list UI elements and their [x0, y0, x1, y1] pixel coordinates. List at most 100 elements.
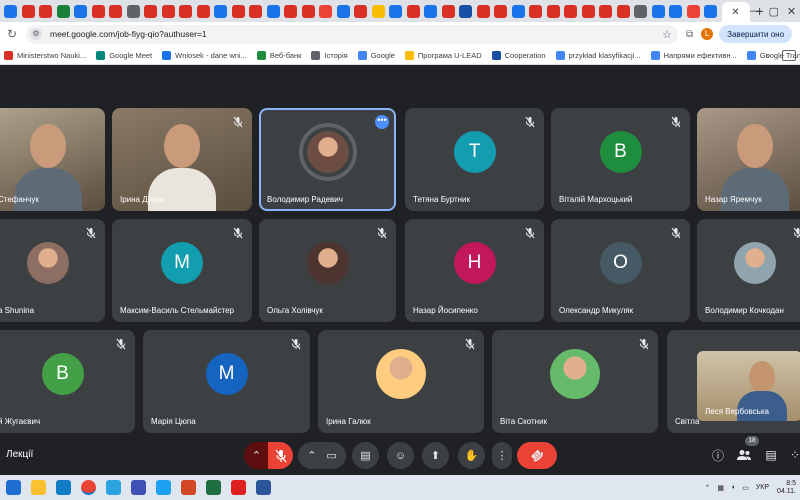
chrome-icon[interactable]: [81, 480, 96, 495]
browser-tab-28[interactable]: [476, 4, 490, 18]
teams-icon[interactable]: [106, 480, 121, 495]
powerpoint-icon[interactable]: [181, 480, 196, 495]
edge-icon[interactable]: [56, 480, 71, 495]
browser-tab-29[interactable]: [494, 4, 507, 18]
browser-tab-1[interactable]: [4, 4, 17, 18]
activities-button[interactable]: ⁘: [786, 446, 800, 464]
mic-options-button[interactable]: ⌃: [244, 442, 269, 469]
participant-tile[interactable]: Володимир Кочкодан: [697, 219, 800, 322]
browser-tab-15[interactable]: [249, 4, 262, 18]
browser-tab-17[interactable]: [284, 4, 297, 18]
start-windows-icon[interactable]: [6, 480, 21, 495]
tray-overflow-icon[interactable]: ⌃: [704, 484, 710, 492]
acrobat-icon[interactable]: [231, 480, 246, 495]
participant-tile[interactable]: М Максим-Василь Стельмайстер: [112, 219, 252, 322]
participant-tile[interactable]: a Shunina: [0, 219, 105, 322]
browser-tab-9[interactable]: [144, 4, 157, 18]
browser-tab-6[interactable]: [91, 4, 105, 18]
browser-tab-2[interactable]: [21, 4, 35, 18]
bookmarks-overflow-icon[interactable]: »: [765, 50, 770, 60]
participant-tile[interactable]: Стефанчук: [0, 108, 105, 211]
browser-tab-7[interactable]: [109, 4, 122, 18]
browser-tab-30[interactable]: [511, 4, 525, 18]
browser-tab-14[interactable]: [231, 4, 245, 18]
excel-icon[interactable]: [206, 480, 221, 495]
bookmark-star-icon[interactable]: ☆: [662, 28, 672, 41]
present-button[interactable]: ⬆: [422, 442, 449, 469]
minimize-button[interactable]: —: [750, 5, 761, 17]
camera-options-button[interactable]: ⌃: [307, 449, 316, 462]
bookmark-item[interactable]: Cooperation: [491, 50, 546, 60]
leave-call-button[interactable]: ☎: [517, 442, 557, 469]
chrome-alt-icon[interactable]: [156, 480, 171, 495]
chat-button[interactable]: ▤: [762, 446, 780, 464]
browser-tab-32[interactable]: [546, 4, 560, 18]
participant-tile[interactable]: М Марія Цюпа: [143, 330, 310, 433]
save-app-icon[interactable]: [131, 480, 146, 495]
browser-tab-24[interactable]: [406, 4, 420, 18]
browser-tab-19[interactable]: [319, 4, 332, 18]
more-options-button[interactable]: ⋮: [492, 442, 512, 469]
raise-hand-button[interactable]: ✋: [458, 442, 485, 469]
update-button[interactable]: Завершити оно: [719, 25, 793, 43]
browser-tab-3[interactable]: [39, 4, 52, 18]
reactions-button[interactable]: ☺: [387, 442, 414, 469]
browser-tab-31[interactable]: [529, 4, 542, 18]
site-info-icon[interactable]: ⚙: [30, 28, 42, 40]
participant-tile[interactable]: О Олександр Микуляк: [551, 219, 690, 322]
meeting-info-button[interactable]: ⓘ: [709, 446, 727, 464]
browser-tab-10[interactable]: [161, 4, 175, 18]
all-bookmarks-icon[interactable]: [782, 49, 796, 61]
close-window-button[interactable]: ✕: [787, 5, 796, 18]
browser-tab-5[interactable]: [74, 4, 87, 18]
bookmark-item[interactable]: Веб-банк: [256, 50, 301, 60]
reload-icon[interactable]: ↻: [4, 27, 20, 41]
clock[interactable]: 8:5 04.11.: [777, 480, 796, 496]
participant-tile[interactable]: Назар Яремчук: [697, 108, 800, 211]
browser-tab-37[interactable]: [634, 4, 647, 18]
self-view-tile[interactable]: Леся Вербовська: [697, 351, 800, 421]
browser-tab-40[interactable]: [686, 4, 700, 18]
browser-tab-41[interactable]: [704, 4, 717, 18]
browser-tab-36[interactable]: [616, 4, 630, 18]
bookmark-item[interactable]: Програма U-LEAD: [404, 50, 482, 60]
browser-tab-26[interactable]: [441, 4, 455, 18]
bookmark-item[interactable]: Wniosek - dane wni...: [162, 50, 247, 60]
bookmark-item[interactable]: Google: [357, 50, 395, 60]
people-button[interactable]: [735, 446, 753, 464]
browser-tab-25[interactable]: [424, 4, 437, 18]
participant-tile[interactable]: Т Тетяна Буртник: [405, 108, 544, 211]
mic-toggle-button[interactable]: [268, 442, 293, 469]
address-bar[interactable]: ⚙ meet.google.com/job-fiyg-qio?authuser=…: [26, 24, 678, 44]
browser-tab-34[interactable]: [581, 4, 595, 18]
participant-tile[interactable]: В Віталій Мархоцький: [551, 108, 690, 211]
browser-tab-35[interactable]: [599, 4, 612, 18]
bookmark-item[interactable]: Google Meet: [96, 50, 152, 60]
browser-tab-22[interactable]: [371, 4, 385, 18]
word-icon[interactable]: [256, 480, 271, 495]
browser-tab-8[interactable]: [126, 4, 140, 18]
bookmark-item[interactable]: Історія: [311, 50, 348, 60]
participant-tile[interactable]: Н Назар Йосипенко: [405, 219, 544, 322]
camera-icon[interactable]: ▭: [326, 449, 336, 462]
network-icon[interactable]: ▦: [717, 484, 724, 492]
battery-icon[interactable]: ▭: [742, 484, 749, 492]
participant-tile[interactable]: Ольга Холівчук: [259, 219, 396, 322]
browser-tab-4[interactable]: [56, 4, 70, 18]
browser-tab-20[interactable]: [336, 4, 350, 18]
close-tab-icon[interactable]: ✕: [731, 7, 739, 18]
browser-tab-16[interactable]: [266, 4, 280, 18]
bookmark-item[interactable]: Ministerstwo Nauki...: [4, 50, 86, 60]
browser-tab-33[interactable]: [564, 4, 577, 18]
browser-tab-38[interactable]: [651, 4, 665, 18]
participant-tile[interactable]: Ірина Дутка: [112, 108, 252, 211]
captions-button[interactable]: ▤: [352, 442, 379, 469]
browser-tab-12[interactable]: [196, 4, 210, 18]
browser-tab-39[interactable]: [669, 4, 682, 18]
participant-tile[interactable]: ••• Володимир Радевич: [259, 108, 396, 211]
language-indicator[interactable]: УКР: [756, 484, 769, 491]
extensions-icon[interactable]: ⧉: [686, 29, 693, 40]
browser-tab-27[interactable]: [459, 4, 472, 18]
volume-icon[interactable]: ◖: [731, 484, 735, 491]
profile-avatar[interactable]: L: [701, 28, 714, 40]
